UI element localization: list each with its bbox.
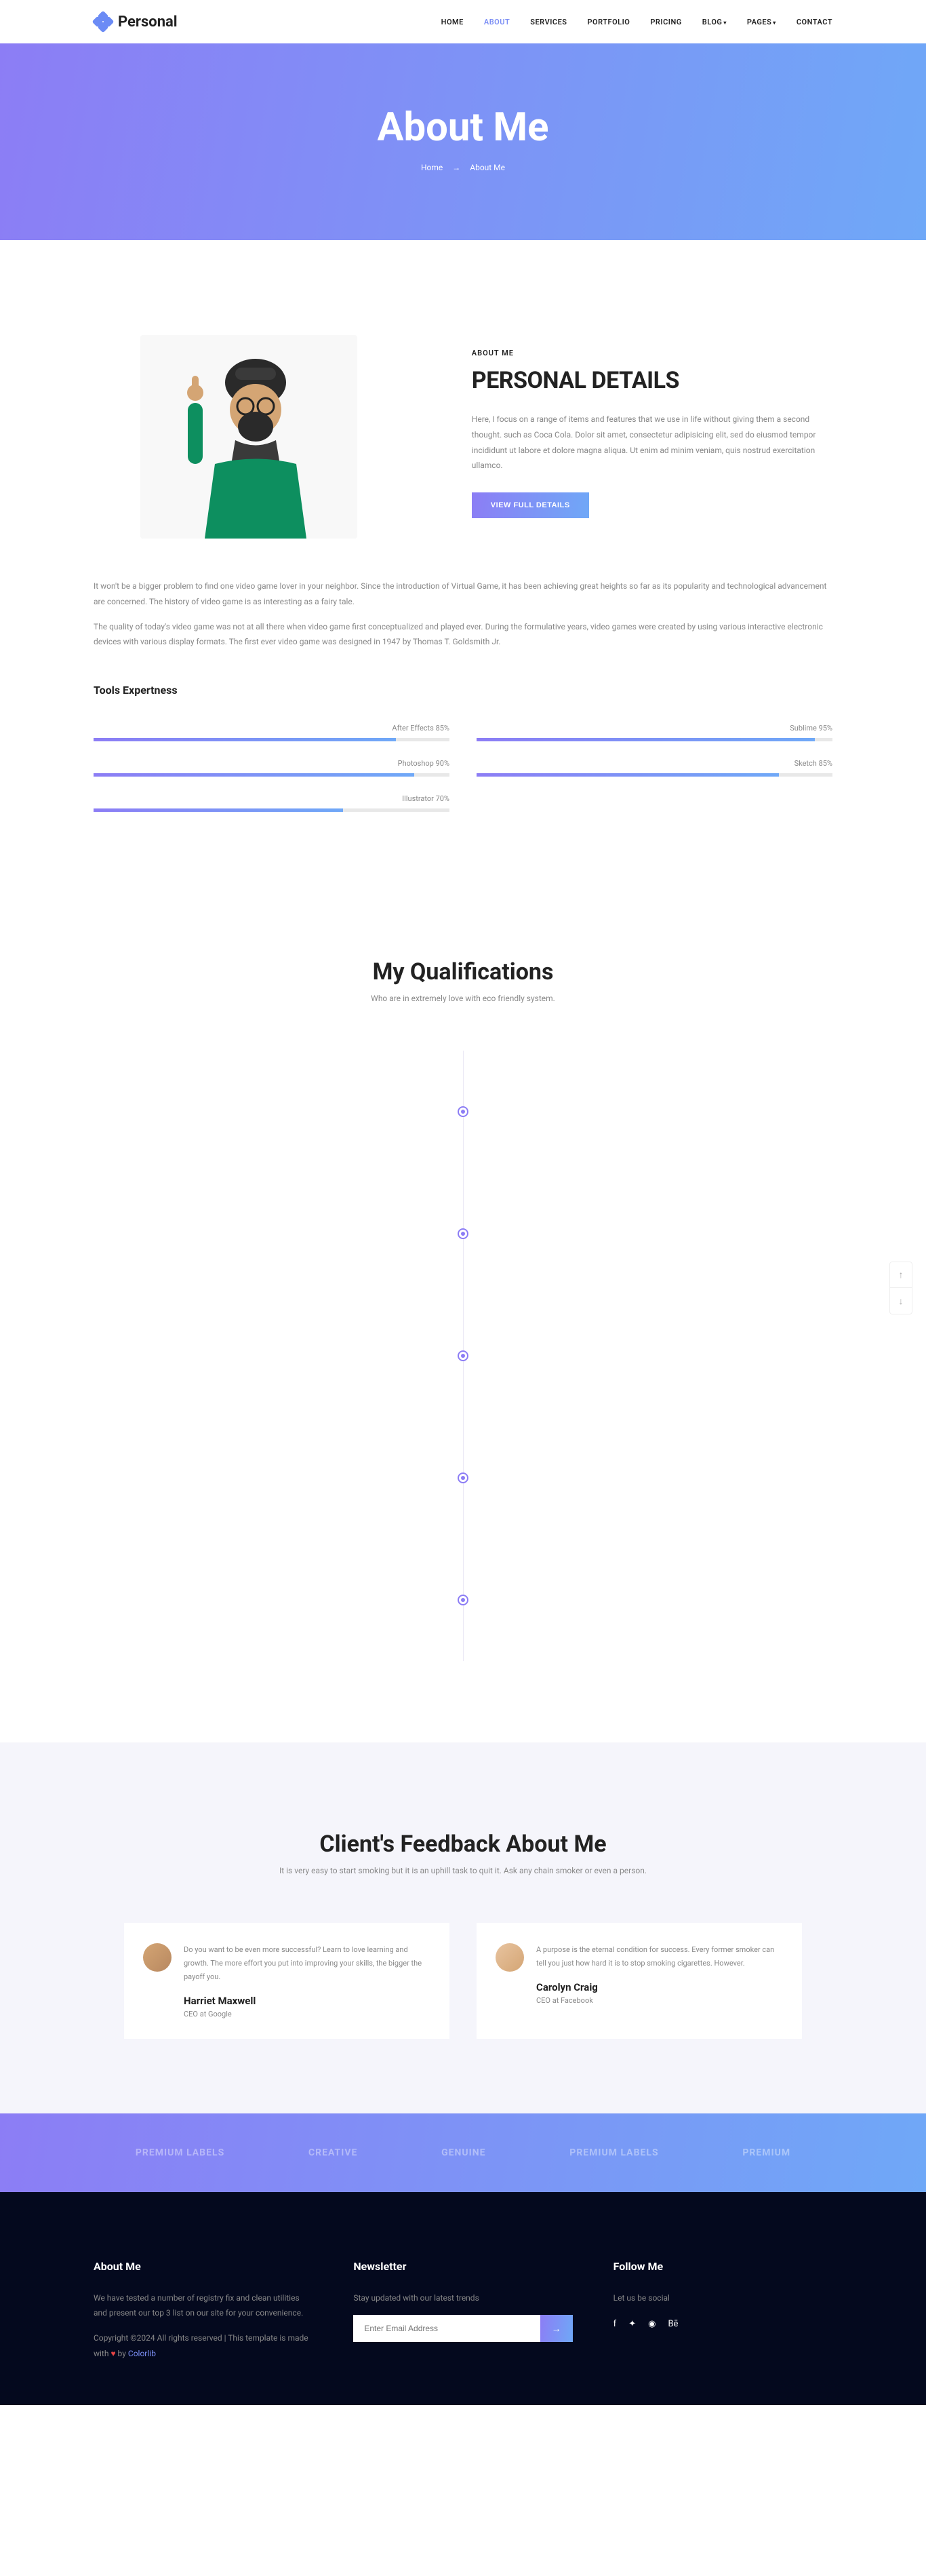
nav-pages[interactable]: PAGES▾ (747, 18, 776, 26)
view-details-button[interactable]: VIEW FULL DETAILS (472, 492, 589, 518)
skills-title: Tools Expertness (94, 684, 832, 697)
skill-item: After Effects 85% (94, 724, 449, 741)
nav-pricing[interactable]: PRICING (650, 18, 681, 26)
skill-label: Illustrator 70% (94, 794, 449, 803)
progress-bar (94, 808, 449, 812)
breadcrumb-current: About Me (470, 163, 505, 172)
follow-heading: Follow Me (613, 2260, 832, 2273)
reviewer-name: Harriet Maxwell (184, 1995, 430, 2007)
skill-item: Photoshop 90% (94, 759, 449, 777)
follow-text: Let us be social (613, 2290, 832, 2306)
quals-subtitle: Who are in extremely love with eco frien… (94, 994, 832, 1003)
scroll-down-button[interactable]: ↓ (890, 1288, 912, 1314)
heart-icon: ♥ (110, 2349, 115, 2358)
breadcrumb-home[interactable]: Home (421, 163, 443, 172)
review-card: A purpose is the eternal condition for s… (477, 1923, 802, 2038)
nav-home[interactable]: HOME (441, 18, 464, 26)
main-nav: HOME ABOUT SERVICES PORTFOLIO PRICING BLOG▾ PA… (441, 16, 832, 27)
about-eyebrow: ABOUT ME (472, 349, 832, 357)
about-heading: PERSONAL DETAILS (472, 367, 832, 394)
arrow-right-icon: → (452, 163, 460, 172)
timeline-dot (458, 1350, 468, 1361)
qualifications-section: My Qualifications Who are in extremely l… (0, 870, 926, 1742)
banner: About Me Home → About Me (0, 43, 926, 240)
progress-bar (477, 738, 832, 741)
brand-logo[interactable]: PREMIUM LABELS (136, 2147, 224, 2158)
quals-title: My Qualifications (94, 958, 832, 985)
progress-bar (477, 773, 832, 777)
reviewer-role: CEO at Google (184, 2010, 430, 2018)
newsletter-text: Stay updated with our latest trends (353, 2290, 572, 2306)
chevron-down-icon: ▾ (723, 20, 727, 26)
footer-about-heading: About Me (94, 2260, 313, 2273)
footer-about: About Me We have tested a number of regi… (94, 2260, 313, 2371)
progress-bar (94, 773, 449, 777)
skill-label: Photoshop 90% (94, 759, 449, 768)
about-intro: Here, I focus on a range of items and fe… (472, 412, 832, 473)
nav-portfolio[interactable]: PORTFOLIO (588, 18, 630, 26)
timeline (158, 1051, 768, 1661)
nav-contact[interactable]: CONTACT (797, 18, 832, 26)
reviewer-role: CEO at Facebook (536, 1996, 783, 2005)
nav-services[interactable]: SERVICES (530, 18, 567, 26)
subscribe-button[interactable]: → (540, 2315, 573, 2342)
progress-bar (94, 738, 449, 741)
brand-logo[interactable]: PREMIUM (742, 2147, 790, 2158)
about-paragraph-1: It won't be a bigger problem to find one… (94, 579, 832, 610)
skill-item: Illustrator 70% (94, 794, 449, 812)
footer-follow: Follow Me Let us be social f ✦ ◉ Bē (613, 2260, 832, 2371)
skill-item: Sublime 95% (477, 724, 832, 741)
skill-label: Sketch 85% (477, 759, 832, 768)
timeline-dot (458, 1472, 468, 1483)
about-section: ABOUT ME PERSONAL DETAILS Here, I focus … (0, 240, 926, 870)
timeline-dot (458, 1228, 468, 1239)
colorlib-link[interactable]: Colorlib (128, 2349, 156, 2358)
skill-label: After Effects 85% (94, 724, 449, 733)
newsletter-heading: Newsletter (353, 2260, 572, 2273)
review-text: A purpose is the eternal condition for s… (536, 1943, 783, 1970)
footer: About Me We have tested a number of regi… (0, 2192, 926, 2405)
person-photo (140, 335, 357, 539)
behance-icon[interactable]: Bē (668, 2319, 678, 2329)
about-image (94, 335, 404, 541)
review-text: Do you want to be even more successful? … (184, 1943, 430, 1983)
twitter-icon[interactable]: ✦ (628, 2319, 636, 2329)
chevron-down-icon: ▾ (773, 20, 776, 26)
skill-label: Sublime 95% (477, 724, 832, 733)
facebook-icon[interactable]: f (613, 2319, 617, 2329)
about-paragraph-2: The quality of today's video game was no… (94, 619, 832, 650)
timeline-dot (458, 1595, 468, 1605)
review-card: Do you want to be even more successful? … (124, 1923, 449, 2038)
feedback-title: Client's Feedback About Me (94, 1831, 832, 1858)
feedback-section: Client's Feedback About Me It is very ea… (0, 1742, 926, 2113)
logo-icon (94, 12, 113, 31)
side-nav: ↑ ↓ (889, 1262, 912, 1314)
reviewer-name: Carolyn Craig (536, 1981, 783, 1993)
dribbble-icon[interactable]: ◉ (648, 2319, 656, 2329)
avatar (143, 1943, 172, 1972)
logo-text: Personal (118, 14, 178, 31)
avatar (496, 1943, 524, 1972)
skills-grid: After Effects 85% Photoshop 90% Illustrato… (94, 724, 832, 830)
timeline-dot (458, 1106, 468, 1117)
footer-newsletter: Newsletter Stay updated with our latest … (353, 2260, 572, 2371)
skill-item: Sketch 85% (477, 759, 832, 777)
footer-about-text: We have tested a number of registry fix … (94, 2290, 313, 2322)
page-title: About Me (0, 104, 926, 151)
brands-section: PREMIUM LABELS CREATIVE GENUINE PREMIUM LAB… (0, 2113, 926, 2192)
brand-logo[interactable]: PREMIUM LABELS (569, 2147, 658, 2158)
header: Personal HOME ABOUT SERVICES PORTFOLIO PRICI… (0, 0, 926, 43)
nav-blog[interactable]: BLOG▾ (702, 18, 727, 26)
breadcrumb: Home → About Me (0, 163, 926, 172)
logo[interactable]: Personal (94, 12, 178, 31)
brand-logo[interactable]: CREATIVE (308, 2147, 357, 2158)
footer-copyright: Copyright ©2024 All rights reserved | Th… (94, 2330, 313, 2362)
feedback-subtitle: It is very easy to start smoking but it … (94, 1866, 832, 1875)
scroll-up-button[interactable]: ↑ (890, 1262, 912, 1288)
nav-about[interactable]: ABOUT (484, 18, 510, 26)
brand-logo[interactable]: GENUINE (441, 2147, 485, 2158)
email-input[interactable] (353, 2315, 540, 2342)
